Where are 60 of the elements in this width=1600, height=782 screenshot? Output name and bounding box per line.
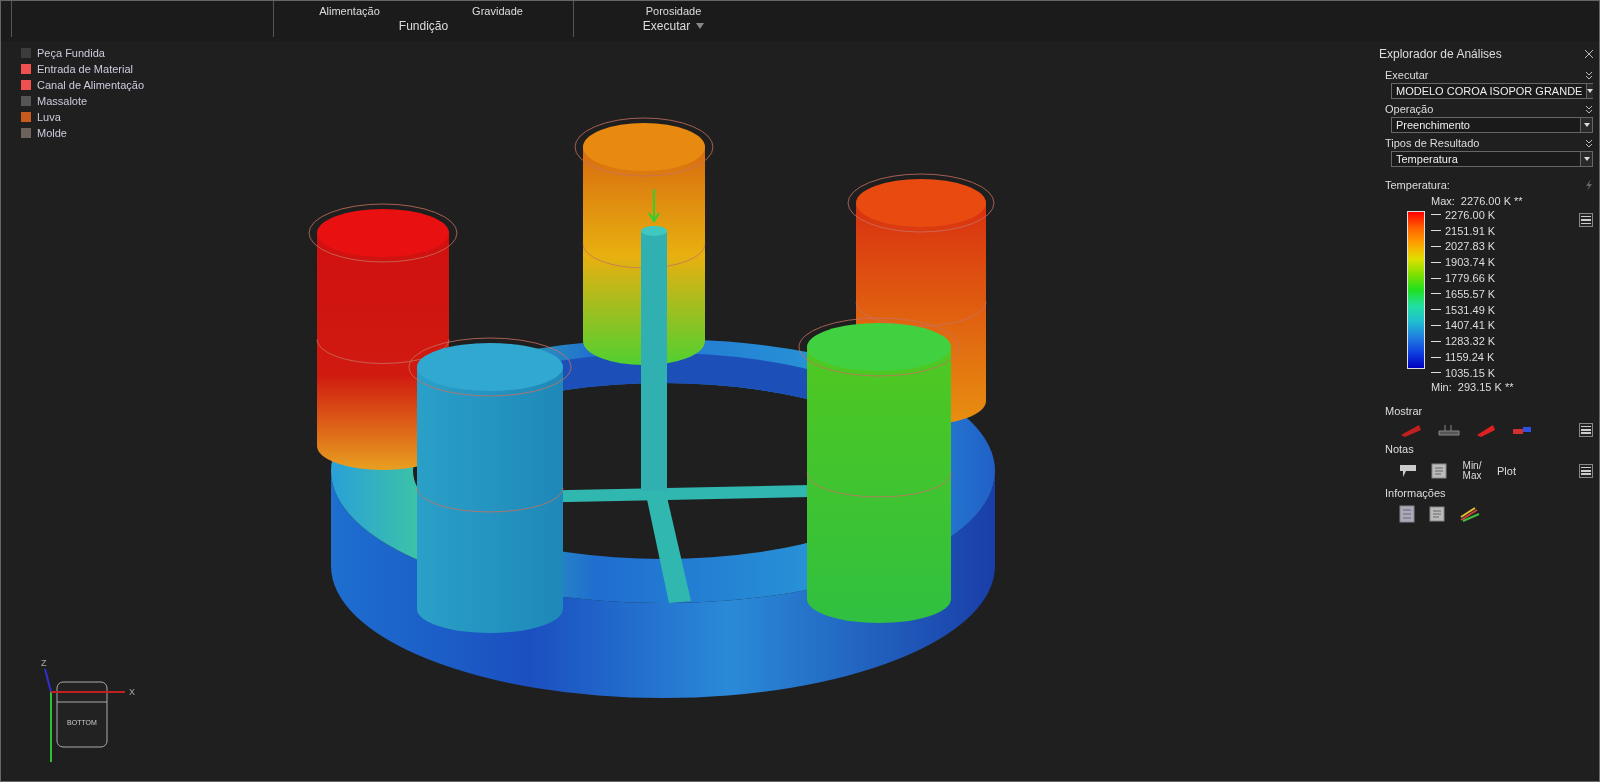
ribbon-button[interactable]: Porosidade [634,5,713,17]
collapse-icon[interactable] [1585,70,1593,80]
colored-pencils-icon[interactable] [1459,505,1481,522]
legend-label: Molde [37,127,67,139]
menu-button[interactable] [1579,422,1593,437]
max-label: Max: [1431,195,1455,207]
menu-button[interactable] [1579,463,1593,478]
note-icon[interactable] [1429,505,1445,522]
min-value: 293.15 K ** [1457,380,1514,393]
document-icon[interactable] [1399,504,1415,523]
part-icon[interactable] [1475,422,1497,437]
legend-label: Peça Fundida [37,47,105,59]
dropdown-caret-icon [1583,123,1590,127]
collapse-icon[interactable] [1585,138,1593,148]
collapse-icon[interactable] [1585,104,1593,114]
menu-button[interactable] [1579,213,1593,227]
section-title: Notas [1385,442,1415,455]
scale-tick-label: 1159.24 K [1445,351,1495,364]
legend-label: Massalote [37,95,88,107]
ribbon-button[interactable]: Gravidade [458,5,537,17]
scale-tick-label: 1531.49 K [1445,303,1496,316]
legend-label: Canal de Alimentação [37,79,144,91]
dropdown-caret-icon [1583,157,1590,161]
scale-tick-label: 1283.32 K [1445,335,1496,348]
section-title: Mostrar [1385,404,1424,417]
dropdown-select[interactable]: MODELO COROA ISOPOR GRANDE [1391,83,1593,99]
dropdown-caret-icon [1587,89,1594,93]
dropdown-select[interactable]: Preenchimento [1391,117,1593,133]
dropdown-select[interactable]: Temperatura [1391,151,1593,167]
scale-tick-label: 2027.83 K [1445,240,1496,253]
ribbon-button[interactable]: Alimentação [310,5,389,17]
callout-icon[interactable] [1399,463,1417,478]
scale-tick-label: 1407.41 K [1445,319,1496,332]
scale-tick-label: 1903.74 K [1445,256,1496,269]
scale-title: Temperatura: [1385,179,1450,191]
scale-tick-label: 2276.00 K [1445,208,1496,221]
lightning-icon[interactable] [1585,179,1593,191]
scale-tick-label: 1655.57 K [1445,287,1496,300]
close-icon[interactable] [1585,50,1593,58]
scale-tick-label: 2151.91 K [1445,224,1496,237]
bar-icon[interactable] [1511,424,1533,435]
legend-label: Entrada de Material [37,63,133,75]
ribbon-group-label: Executar [642,19,691,33]
mesh-icon[interactable] [1437,422,1461,437]
min-max-button[interactable]: Min/ Max [1461,460,1483,481]
plot-button[interactable]: Plot [1497,464,1516,477]
panel-title: Explorador de Análises [1379,47,1502,61]
max-value: 2276.00 K ** [1460,195,1523,207]
min-label: Min: [1431,380,1452,393]
legend-label: Luva [37,111,61,123]
scale-tick-label: 1035.15 K [1445,366,1496,379]
dropdown-caret-icon[interactable] [696,23,705,29]
selector-label: Tipos de Resultado [1385,137,1480,149]
selector-label: Operação [1385,103,1434,115]
part-icon[interactable] [1399,422,1423,437]
selector-label: Executar [1385,69,1429,81]
scale-tick-label: 1779.66 K [1445,272,1496,285]
section-title: Informações [1385,486,1447,499]
ribbon-group-label: Fundição [398,19,449,33]
note-icon[interactable] [1431,462,1447,479]
